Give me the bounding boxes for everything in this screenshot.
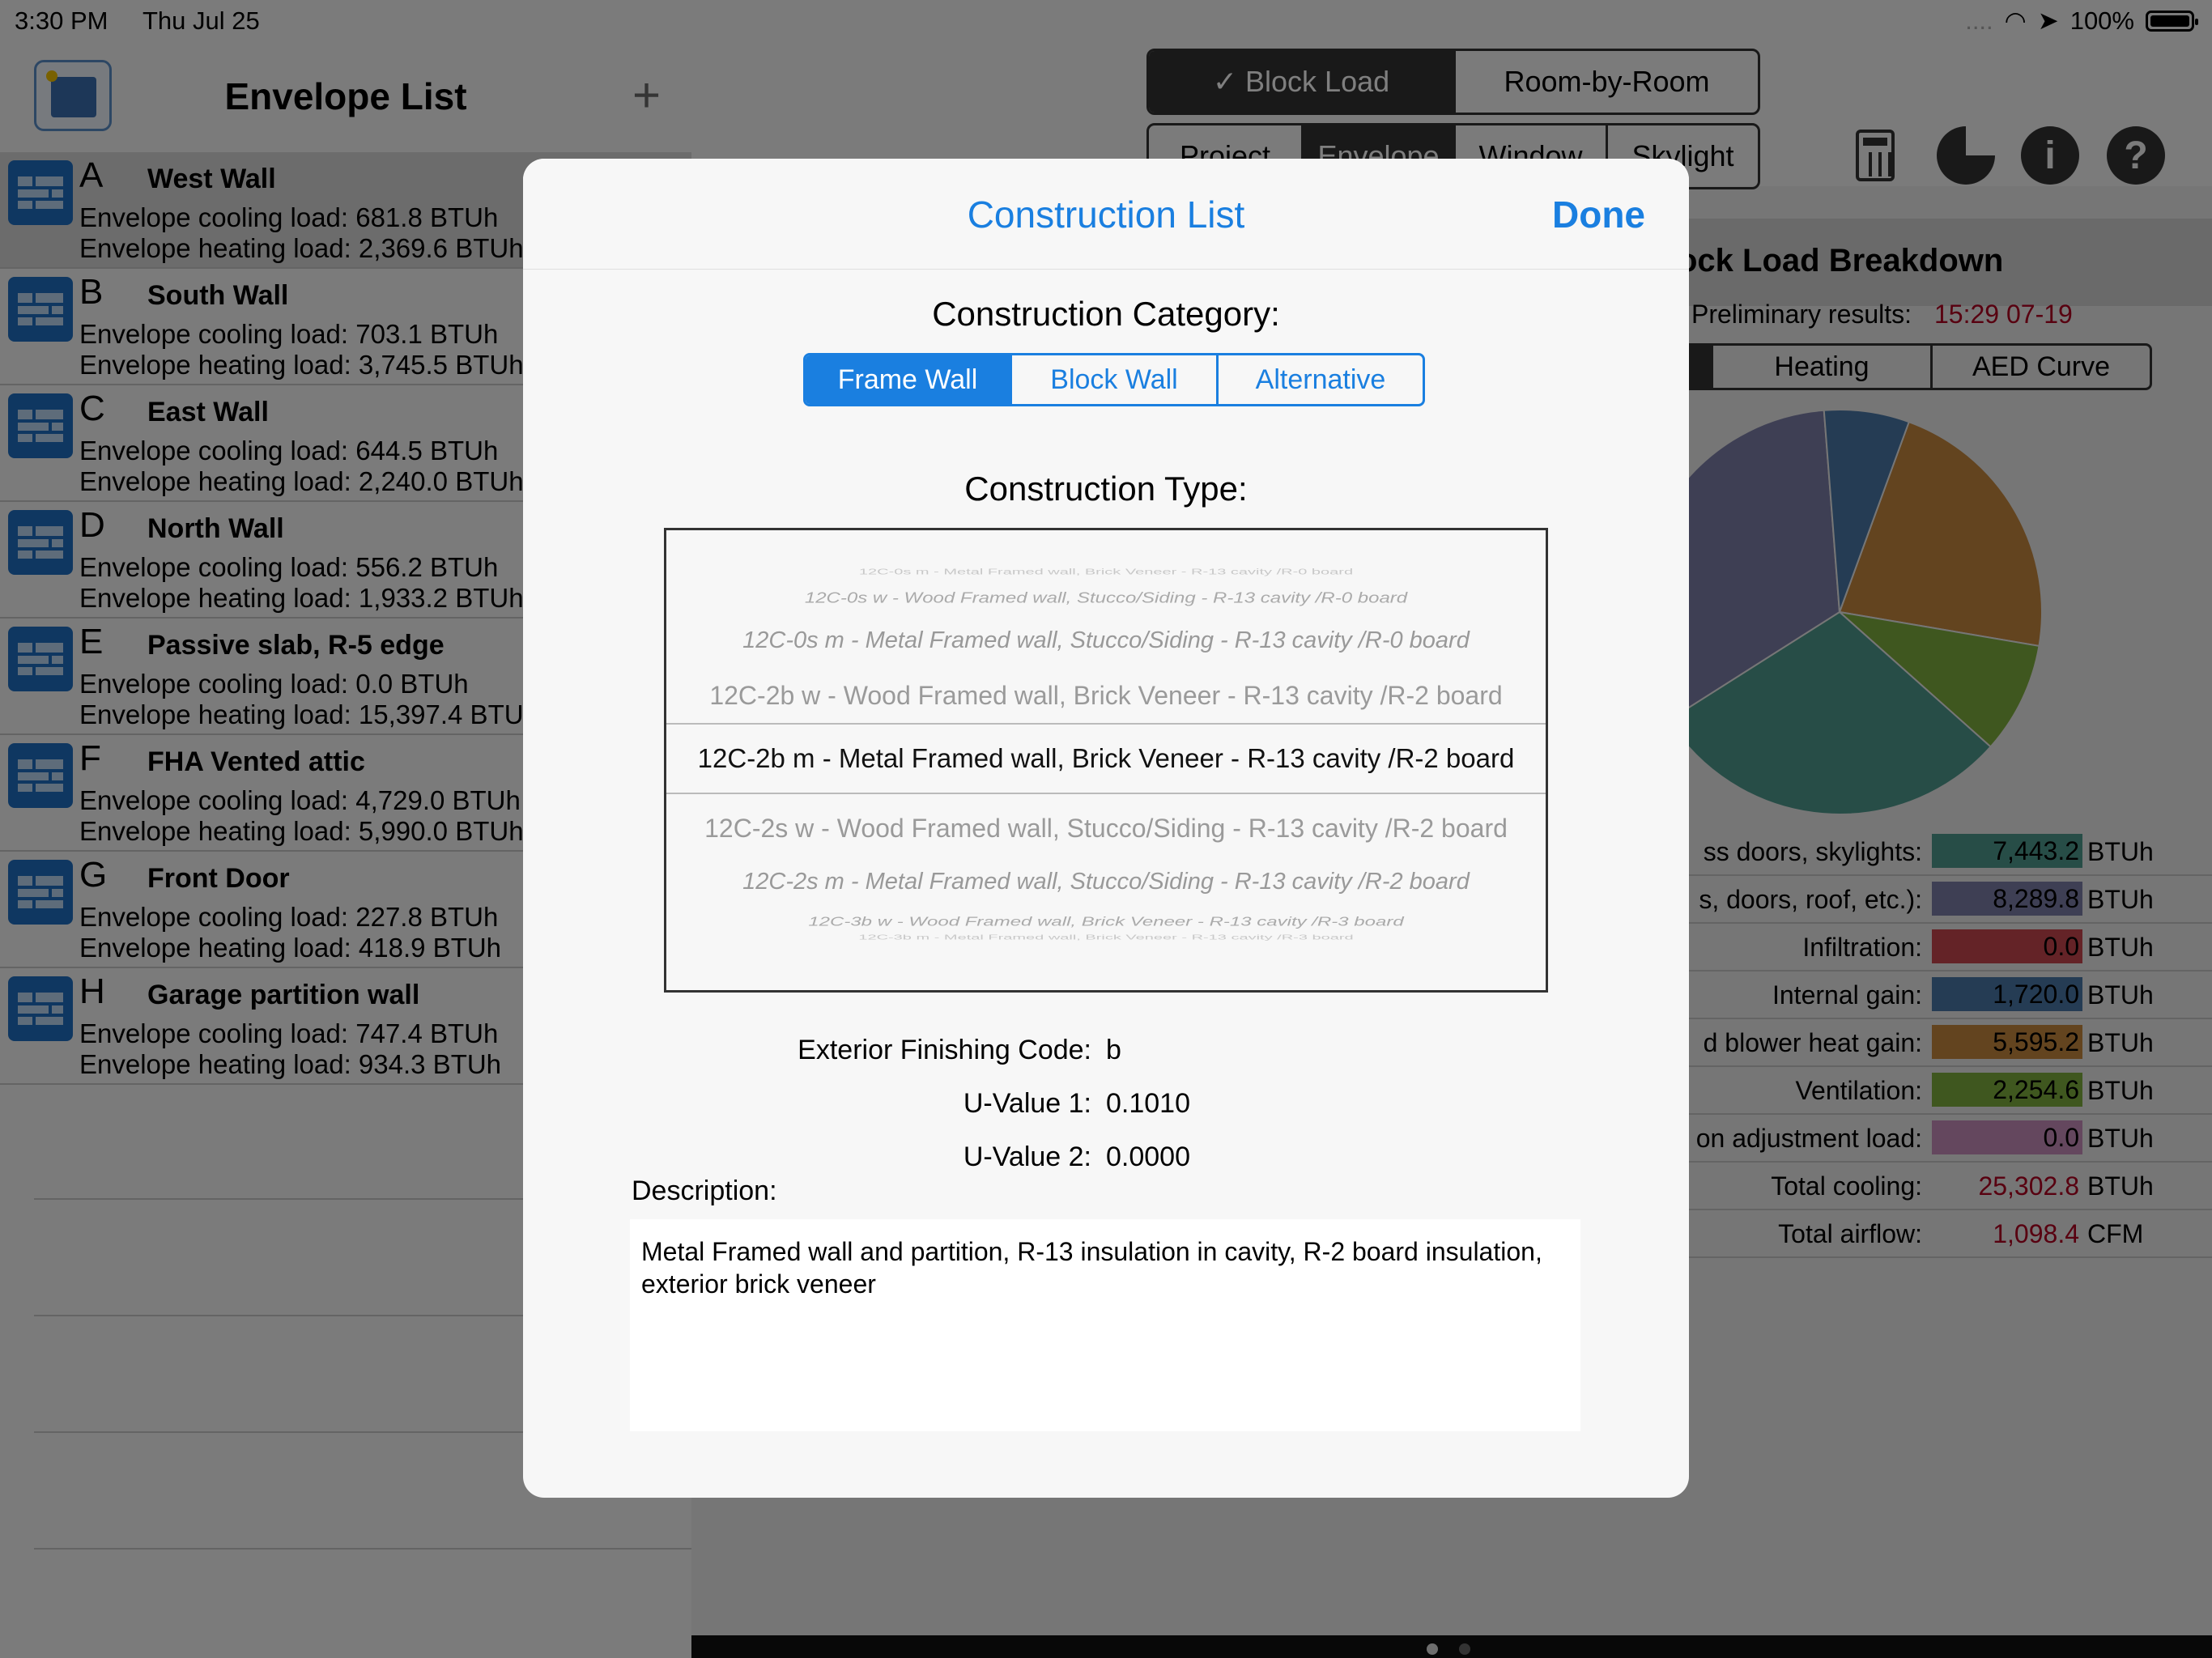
construction-type-picker[interactable]: 12C-0s m - Metal Framed wall, Brick Vene…	[664, 528, 1548, 993]
u-value-2-value: 0.0000	[1106, 1141, 1190, 1172]
exterior-finishing-code-row: Exterior Finishing Code: b	[523, 1031, 1689, 1072]
construction-type-label: Construction Type:	[964, 470, 1248, 508]
status-date: Thu Jul 25	[143, 6, 260, 35]
picker-item[interactable]: 12C-0s w - Wood Framed wall, Stucco/Sidi…	[666, 590, 1546, 607]
description-text[interactable]: Metal Framed wall and partition, R-13 in…	[630, 1219, 1580, 1431]
exterior-finishing-code-label: Exterior Finishing Code:	[798, 1035, 1091, 1065]
picker-item[interactable]: 12C-3b m - Metal Framed wall, Brick Vene…	[666, 934, 1546, 942]
status-bar: 3:30 PM Thu Jul 25 .... ◠ ➤ 100%	[0, 0, 2212, 42]
u-value-1-row: U-Value 1: 0.1010	[523, 1085, 1689, 1125]
battery-percent: 100%	[2069, 6, 2134, 35]
picker-item[interactable]: 12C-2s m - Metal Framed wall, Stucco/Sid…	[666, 869, 1546, 895]
modal-title: Construction List	[967, 193, 1245, 236]
done-button[interactable]: Done	[1552, 193, 1645, 236]
category-block-wall[interactable]: Block Wall	[1010, 355, 1216, 404]
description-label: Description:	[632, 1175, 777, 1206]
picker-item[interactable]: 12C-2s w - Wood Framed wall, Stucco/Sidi…	[666, 814, 1546, 844]
picker-item[interactable]: 12C-2b w - Wood Framed wall, Brick Venee…	[666, 681, 1546, 711]
picker-item[interactable]: 12C-0s m - Metal Framed wall, Brick Vene…	[666, 568, 1546, 577]
signal-icon: ....	[1965, 6, 1993, 35]
picker-item[interactable]: 12C-3b w - Wood Framed wall, Brick Venee…	[666, 915, 1546, 929]
category-alternative[interactable]: Alternative	[1216, 355, 1423, 404]
exterior-finishing-code-value: b	[1106, 1035, 1121, 1065]
location-arrow-icon: ➤	[2037, 6, 2059, 35]
modal-nav-bar: Construction List Done	[523, 159, 1689, 270]
construction-category-segmented-control: Frame Wall Block Wall Alternative	[803, 353, 1425, 406]
construction-category-label: Construction Category:	[932, 295, 1280, 333]
u-value-2-row: U-Value 2: 0.0000	[523, 1138, 1689, 1179]
wifi-icon: ◠	[2004, 6, 2027, 35]
u-value-2-label: U-Value 2:	[963, 1141, 1091, 1172]
u-value-1-label: U-Value 1:	[963, 1088, 1091, 1119]
construction-list-modal: Construction List Done Construction Cate…	[523, 159, 1689, 1498]
status-indicators: .... ◠ ➤ 100%	[1965, 6, 2198, 36]
status-time: 3:30 PM	[15, 6, 108, 35]
category-frame-wall[interactable]: Frame Wall	[806, 355, 1010, 404]
battery-icon	[2146, 11, 2198, 32]
u-value-1-value: 0.1010	[1106, 1088, 1190, 1119]
picker-item-selected[interactable]: 12C-2b m - Metal Framed wall, Brick Vene…	[666, 723, 1546, 794]
picker-item[interactable]: 12C-0s m - Metal Framed wall, Stucco/Sid…	[666, 627, 1546, 654]
